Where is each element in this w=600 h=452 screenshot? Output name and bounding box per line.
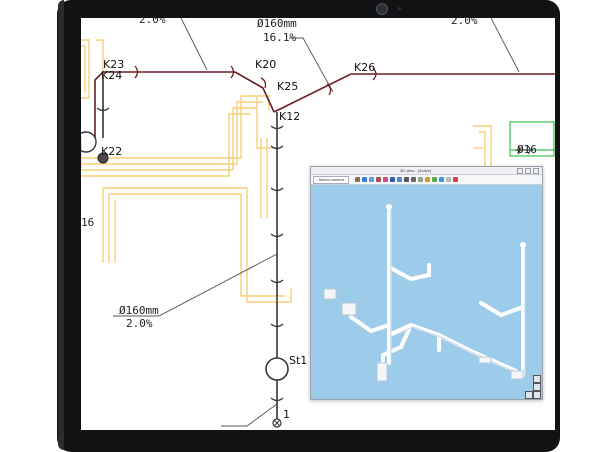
settings-icon[interactable]	[446, 177, 452, 182]
3d-vent-cap-left	[386, 204, 392, 210]
node-st1[interactable]: St1	[289, 354, 307, 367]
3d-view-toolbar: - Select camera -	[311, 175, 542, 185]
zoom-window-icon[interactable]	[376, 177, 382, 182]
label-top-mid-diameter: Ø160mm	[257, 18, 297, 30]
shading-icon[interactable]	[425, 177, 431, 182]
3d-pipe-model[interactable]	[311, 185, 542, 399]
front-view-icon[interactable]	[390, 177, 396, 182]
3d-render-canvas[interactable]	[311, 185, 542, 399]
zoom-tool-icon[interactable]	[369, 177, 375, 182]
node-k26[interactable]: K26	[354, 61, 375, 74]
side-view-icon[interactable]	[404, 177, 410, 182]
3d-box-fixture-2	[341, 302, 357, 316]
label-bottom-slope: 2.0%	[126, 317, 153, 330]
tablet-side-edge	[58, 0, 64, 450]
wireframe-icon[interactable]	[418, 177, 424, 182]
sensor-dot	[398, 7, 401, 10]
node-p1[interactable]: 1	[283, 408, 290, 421]
minimize-button[interactable]	[517, 167, 523, 174]
view-ctrl-zoom-icon[interactable]	[533, 383, 541, 391]
section-icon[interactable]	[439, 177, 445, 182]
lighting-icon[interactable]	[432, 177, 438, 182]
shaft-k22-outline[interactable]	[81, 131, 97, 153]
cad-drawing-screen[interactable]: 2.0% Ø160mm 16.1% 2.0% Ø160mm 2.0% K23 K…	[81, 18, 555, 430]
maximize-button[interactable]	[525, 167, 531, 174]
label-top-left-slope: 2.0%	[139, 18, 166, 26]
front-camera-icon	[376, 3, 388, 15]
right-fragment-label: Ø16	[517, 143, 537, 156]
main-vertical-pipe[interactable]	[102, 76, 278, 422]
3d-vent-cap-right	[520, 242, 526, 248]
node-k25[interactable]: K25	[277, 80, 298, 93]
3d-view-title: 3D view - [Active]	[400, 168, 431, 173]
window-buttons	[517, 167, 539, 174]
3d-box-fixture-1	[323, 288, 337, 300]
iso-view-icon[interactable]	[411, 177, 417, 182]
node-k12[interactable]: K12	[279, 110, 300, 123]
node-k22[interactable]: K22	[101, 145, 122, 158]
view-ctrl-down-icon[interactable]	[533, 391, 541, 399]
top-view-icon[interactable]	[397, 177, 403, 182]
3d-view-window[interactable]: 3D view - [Active] - Select camera -	[310, 166, 543, 400]
close-view-icon[interactable]	[453, 177, 459, 182]
side-number-label: 16	[81, 216, 94, 229]
3d-view-titlebar[interactable]: 3D view - [Active]	[311, 167, 542, 175]
pan-tool-icon[interactable]	[362, 177, 368, 182]
3d-riser-base	[376, 362, 388, 382]
3d-pipes-white	[349, 205, 525, 377]
3d-box-fixture-4	[510, 370, 524, 380]
view-ctrl-up-icon[interactable]	[533, 375, 541, 383]
manhole-st1[interactable]	[265, 357, 289, 381]
close-button[interactable]	[533, 167, 539, 174]
view-ctrl-left-icon[interactable]	[525, 391, 533, 399]
node-k20[interactable]: K20	[255, 58, 276, 71]
sewer-pipe-network[interactable]	[94, 71, 555, 138]
3d-pipe-shading	[390, 207, 526, 375]
fit-view-icon[interactable]	[383, 177, 389, 182]
rotate-tool-icon[interactable]	[355, 177, 361, 182]
3d-box-fixture-3	[478, 356, 492, 364]
label-bottom-diameter: Ø160mm	[119, 304, 159, 317]
label-top-mid-slope: 16.1%	[263, 31, 296, 44]
label-top-right-slope: 2.0%	[451, 18, 478, 27]
node-k24[interactable]: K24	[101, 69, 122, 82]
riser-socket-symbols	[96, 107, 284, 402]
camera-select[interactable]: - Select camera -	[313, 175, 350, 184]
